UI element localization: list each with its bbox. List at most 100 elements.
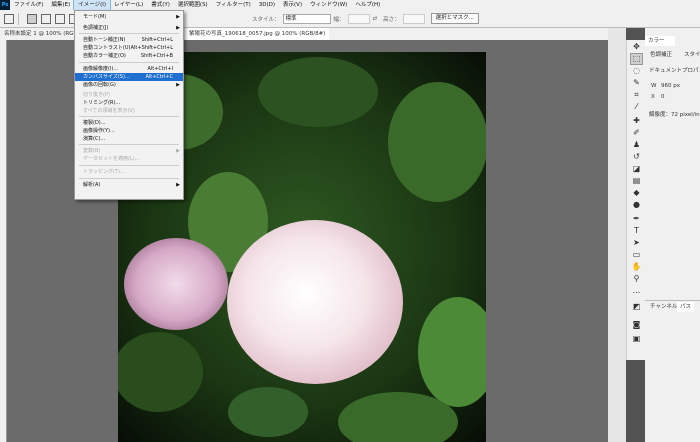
swap-icon[interactable]: ⇄ [373, 16, 378, 22]
gradient-tool-icon[interactable]: ▤ [631, 176, 642, 186]
image-menu-item[interactable]: トリミング(R)... [75, 99, 183, 107]
submenu-arrow-icon: ▶ [176, 182, 180, 188]
hand-tool-icon[interactable]: ✋ [631, 262, 642, 272]
tab-paths[interactable]: パス [677, 302, 695, 312]
dodge-tool-icon[interactable]: ● [631, 200, 642, 210]
submenu-arrow-icon: ▶ [176, 25, 180, 31]
menu-item-label: 色調補正(J) [83, 25, 109, 31]
marquee-tool-icon[interactable]: ⬚ [630, 53, 643, 65]
menu-window[interactable]: ウィンドウ(W) [306, 0, 351, 10]
menu-type[interactable]: 書式(Y) [147, 0, 174, 10]
blur-tool-icon[interactable]: ◆ [631, 188, 642, 198]
add-selection-icon[interactable] [41, 13, 51, 24]
image-menu-item[interactable]: 自動コントラスト(U) Alt+Shift+Ctrl+L [75, 44, 183, 52]
lasso-tool-icon[interactable]: ◌ [631, 66, 642, 76]
image-menu-item: データセットを適用(L)... [75, 155, 183, 163]
select-and-mask-button[interactable]: 選択とマスク... [430, 13, 479, 24]
menu-item-shortcut: Alt+Ctrl+C [145, 74, 173, 80]
menu-item-shortcut: Shift+Ctrl+L [141, 37, 173, 43]
vertical-ruler [0, 40, 7, 442]
width-label: 幅： [333, 16, 345, 23]
menu-item-label: 解析(A) [83, 182, 101, 188]
menu-item-label: カンバスサイズ(S)... [83, 74, 130, 80]
menu-separator [79, 144, 179, 145]
image-menu-item[interactable]: 画像の回転(G) ▶ [75, 81, 183, 89]
x-prop-label: X [651, 94, 655, 100]
more-tools-icon[interactable]: … [631, 286, 642, 296]
stamp-tool-icon[interactable]: ♟ [631, 140, 642, 150]
image-menu-item: 変数(B) ▶ [75, 147, 183, 155]
zoom-tool-icon[interactable]: ⚲ [631, 274, 642, 284]
tab-document-2[interactable]: 紫陽花の写真_190618_0057.jpg @ 100% (RGB/8#) [185, 28, 330, 40]
document-properties-label: ドキュメントプロパ [649, 68, 699, 74]
width-prop-value: 960 px [661, 83, 680, 89]
menu-layer[interactable]: レイヤー(L) [110, 0, 147, 10]
right-panel: カラー 色調補正 スタイル ドキュメントプロパ W 960 px X 0 解像度… [645, 28, 700, 442]
quick-mask-icon[interactable]: ◙ [631, 320, 642, 330]
image-menu-item[interactable]: 画像解像度(I)... Alt+Ctrl+I [75, 65, 183, 73]
menu-edit[interactable]: 編集(E) [47, 0, 74, 10]
menu-item-label: トリミング(R)... [83, 100, 121, 106]
menu-3d[interactable]: 3D(D) [255, 0, 279, 10]
healing-brush-tool-icon[interactable]: ✚ [631, 116, 642, 126]
menu-item-shortcut: Alt+Ctrl+I [147, 66, 173, 72]
image-menu-item[interactable]: 自動トーン補正(N) Shift+Ctrl+L [75, 36, 183, 44]
color-swatches-icon[interactable]: ◩ [631, 302, 642, 312]
crop-tool-icon[interactable]: ⌗ [631, 90, 642, 100]
menu-item-shortcut: Alt+Shift+Ctrl+L [130, 45, 173, 51]
image-menu-item[interactable]: 色調補正(J) ▶ [75, 24, 183, 32]
menu-select[interactable]: 選択範囲(S) [174, 0, 212, 10]
image-menu-item: すべての領域を表示(V) [75, 107, 183, 115]
type-tool-icon[interactable]: T [631, 226, 642, 236]
brush-tool-icon[interactable]: ✐ [631, 128, 642, 138]
menu-separator [79, 116, 179, 117]
image-menu-item[interactable]: モード(M) ▶ [75, 13, 183, 21]
menu-separator [79, 62, 179, 63]
image-menu-item[interactable]: 演算(C)... [75, 135, 183, 143]
menu-file[interactable]: ファイル(F) [10, 0, 47, 10]
quick-select-tool-icon[interactable]: ✎ [631, 78, 642, 88]
tab-styles[interactable]: スタイル [681, 50, 700, 60]
menu-item-label: 切り抜き(P) [83, 92, 110, 98]
menu-item-label: 画像の回転(G) [83, 82, 116, 88]
subtract-selection-icon[interactable] [55, 13, 65, 24]
image-menu-item[interactable]: 複製(D)... [75, 119, 183, 127]
height-input[interactable] [402, 13, 425, 24]
menu-help[interactable]: ヘルプ(H) [351, 0, 384, 10]
divider [645, 300, 700, 301]
tab-channels[interactable]: チャンネル [647, 302, 680, 312]
style-select[interactable]: 標準 [282, 13, 331, 24]
divider [18, 12, 19, 25]
submenu-arrow-icon: ▶ [176, 148, 180, 154]
eyedropper-tool-icon[interactable]: ⁄ [631, 102, 642, 112]
eraser-tool-icon[interactable]: ◪ [631, 164, 642, 174]
move-tool-icon[interactable]: ✥ [631, 42, 642, 52]
image-menu-item[interactable]: 画像操作(Y)... [75, 127, 183, 135]
height-label: 高さ： [383, 16, 400, 23]
menu-image[interactable]: イメージ(I) [73, 0, 112, 11]
menu-item-label: 自動コントラスト(U) [83, 45, 131, 51]
shape-tool-icon[interactable]: ▭ [631, 250, 642, 260]
menu-view[interactable]: 表示(V) [279, 0, 306, 10]
width-input[interactable] [347, 13, 370, 24]
image-menu-item[interactable]: カンバスサイズ(S)... Alt+Ctrl+C [75, 73, 183, 81]
tab-color[interactable]: カラー [645, 36, 675, 46]
tab-adjustments[interactable]: 色調補正 [647, 50, 675, 60]
image-menu-item[interactable]: 自動カラー補正(O) Shift+Ctrl+B [75, 52, 183, 60]
resolution-text: 解像度：72 pixel/inch [649, 112, 700, 118]
history-brush-tool-icon[interactable]: ↺ [631, 152, 642, 162]
menu-item-label: 自動トーン補正(N) [83, 37, 126, 43]
menu-item-label: 複製(D)... [83, 120, 106, 126]
path-select-tool-icon[interactable]: ➤ [631, 238, 642, 248]
menu-filter[interactable]: フィルター(T) [212, 0, 255, 10]
marquee-tool-preset-icon[interactable] [4, 13, 14, 24]
pen-tool-icon[interactable]: ✒ [631, 214, 642, 224]
submenu-arrow-icon: ▶ [176, 14, 180, 20]
new-selection-icon[interactable] [27, 13, 37, 24]
image-menu-dropdown: モード(M) ▶ 色調補正(J) ▶ 自動トーン補正(N) Shift+Ctrl+L 自動コ… [74, 10, 184, 200]
menu-item-label: すべての領域を表示(V) [83, 108, 135, 114]
image-menu-item[interactable]: 解析(A) ▶ [75, 181, 183, 189]
menu-item-label: モード(M) [83, 14, 107, 20]
image-menu-item: トラッピング(T)... [75, 168, 183, 176]
screen-mode-icon[interactable]: ▣ [631, 334, 642, 344]
